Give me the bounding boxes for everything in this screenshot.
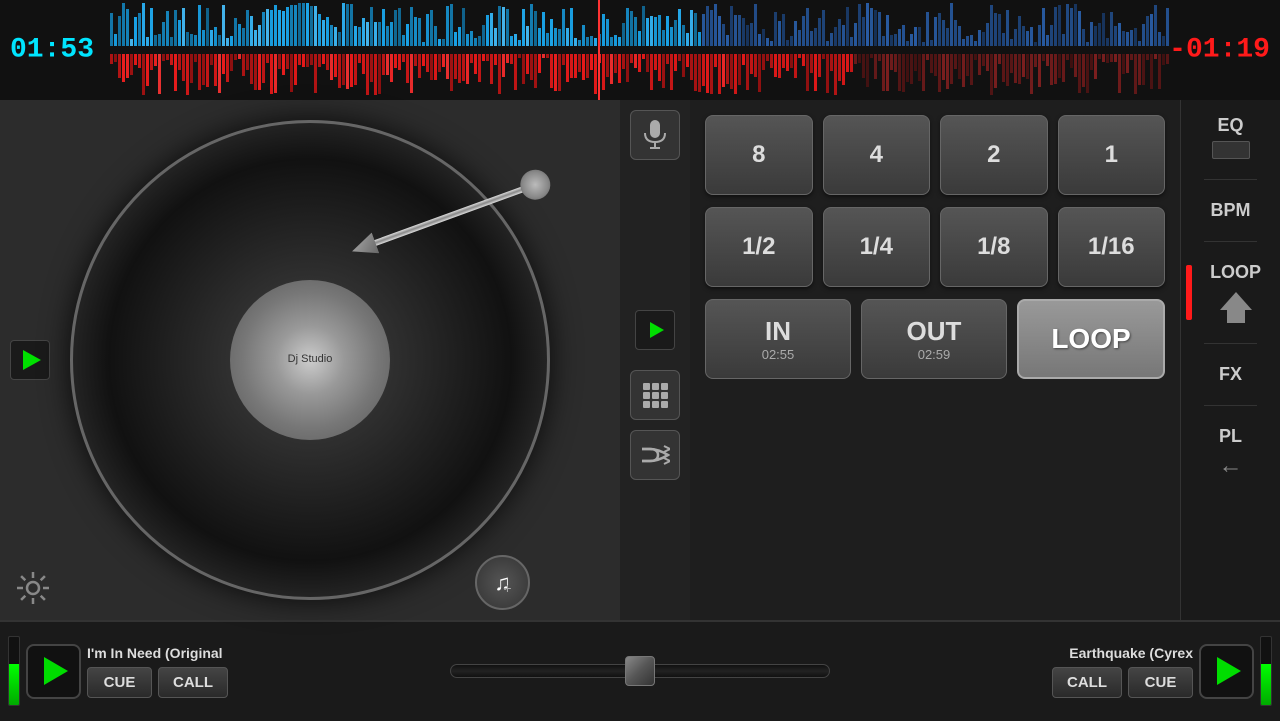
left-deck-buttons: CUE CALL xyxy=(87,667,407,698)
house-icon-wrapper xyxy=(1220,292,1252,323)
right-vu-green xyxy=(1261,664,1271,705)
sidebar-eq-button[interactable]: EQ xyxy=(1186,115,1276,159)
right-deck-play-button[interactable] xyxy=(1199,644,1254,699)
time-right: -01:19 xyxy=(1169,35,1270,66)
right-deck-play-icon xyxy=(1217,657,1241,685)
left-deck: I'm In Need (Original CUE CALL xyxy=(0,621,415,721)
music-plus-icon: + xyxy=(503,580,511,596)
settings-icon[interactable] xyxy=(10,565,55,610)
right-deck: Earthquake (Cyrex CALL CUE xyxy=(865,621,1280,721)
left-deck-play-icon xyxy=(44,657,68,685)
crossfader-track[interactable] xyxy=(450,664,830,678)
right-cue-button[interactable]: CUE xyxy=(1128,667,1193,698)
waveform-display xyxy=(110,0,1170,100)
left-cue-button[interactable]: CUE xyxy=(87,667,152,698)
sidebar-loop-wrapper: LOOP xyxy=(1186,262,1275,323)
back-arrow-icon: ← xyxy=(1219,452,1243,480)
center-play-triangle xyxy=(650,322,664,338)
mic-icon xyxy=(642,120,668,150)
crossfader-thumb[interactable] xyxy=(625,656,655,686)
sidebar-loop-button[interactable]: LOOP xyxy=(1196,262,1275,323)
house-body-icon xyxy=(1227,310,1245,323)
divider-1 xyxy=(1204,179,1257,180)
time-left: 01:53 xyxy=(10,35,94,66)
sidebar-pl-button[interactable]: PL ← xyxy=(1186,426,1276,480)
left-vu-meter xyxy=(8,636,20,706)
shuffle-button[interactable] xyxy=(630,430,680,480)
right-vu-meter xyxy=(1260,636,1272,706)
inout-row: IN 02:55 OUT 02:59 LOOP xyxy=(705,299,1165,379)
left-track-title: I'm In Need (Original xyxy=(87,645,407,661)
loop-btn-4[interactable]: 4 xyxy=(823,115,931,195)
main-area: Dj Studio xyxy=(0,100,1280,620)
turntable-disc[interactable]: Dj Studio xyxy=(70,120,550,600)
waveform-top xyxy=(110,2,1170,46)
bottom-bar: I'm In Need (Original CUE CALL Earthquak… xyxy=(0,620,1280,720)
divider-2 xyxy=(1204,241,1257,242)
grid-icon xyxy=(641,381,669,409)
gear-icon xyxy=(13,568,53,608)
crossfader-section xyxy=(415,621,865,721)
loop-btn-quarter[interactable]: 1/4 xyxy=(823,207,931,287)
loop-btn-8[interactable]: 8 xyxy=(705,115,813,195)
turntable-label-text: Dj Studio xyxy=(288,353,333,366)
shuffle-icon xyxy=(640,444,670,466)
playhead xyxy=(598,0,600,100)
left-deck-info: I'm In Need (Original CUE CALL xyxy=(87,645,407,698)
loop-main-button[interactable]: LOOP xyxy=(1017,299,1165,379)
left-call-button[interactable]: CALL xyxy=(158,667,228,698)
loop-btn-half[interactable]: 1/2 xyxy=(705,207,813,287)
out-button[interactable]: OUT 02:59 xyxy=(861,299,1007,379)
loop-row-1: 8 4 2 1 xyxy=(705,115,1165,195)
right-call-button[interactable]: CALL xyxy=(1052,667,1122,698)
play-button-left[interactable] xyxy=(10,340,50,380)
loop-panel: 8 4 2 1 1/2 1/4 1/8 1/16 xyxy=(690,100,1180,620)
loop-btn-eighth[interactable]: 1/8 xyxy=(940,207,1048,287)
right-track-title: Earthquake (Cyrex xyxy=(1069,645,1193,661)
loop-active-indicator xyxy=(1186,265,1192,320)
center-controls xyxy=(620,100,690,620)
right-deck-info: Earthquake (Cyrex CALL CUE xyxy=(873,645,1193,698)
right-deck-buttons: CALL CUE xyxy=(1052,667,1193,698)
music-note-button[interactable]: ♫ + xyxy=(475,555,530,610)
center-play-button[interactable] xyxy=(635,310,675,350)
mic-button[interactable] xyxy=(630,110,680,160)
divider-3 xyxy=(1204,343,1257,344)
left-deck-play-button[interactable] xyxy=(26,644,81,699)
waveform-bar: 01:53 -01:19 xyxy=(0,0,1280,100)
right-sidebar: EQ BPM LOOP FX PL xyxy=(1180,100,1280,620)
house-roof-icon xyxy=(1220,292,1252,310)
loop-btn-2[interactable]: 2 xyxy=(940,115,1048,195)
sidebar-fx-button[interactable]: FX xyxy=(1186,364,1276,385)
grid-button[interactable] xyxy=(630,370,680,420)
in-button[interactable]: IN 02:55 xyxy=(705,299,851,379)
loop-btn-1[interactable]: 1 xyxy=(1058,115,1166,195)
loop-btn-sixteenth[interactable]: 1/16 xyxy=(1058,207,1166,287)
divider-4 xyxy=(1204,405,1257,406)
eq-icon xyxy=(1212,141,1250,159)
vu-green xyxy=(9,664,19,705)
turntable-label-area: Dj Studio xyxy=(230,280,390,440)
loop-row-2: 1/2 1/4 1/8 1/16 xyxy=(705,207,1165,287)
waveform-bottom xyxy=(110,54,1170,98)
play-triangle-icon xyxy=(23,350,41,370)
sidebar-bpm-button[interactable]: BPM xyxy=(1186,200,1276,221)
turntable-section: Dj Studio xyxy=(0,100,620,620)
